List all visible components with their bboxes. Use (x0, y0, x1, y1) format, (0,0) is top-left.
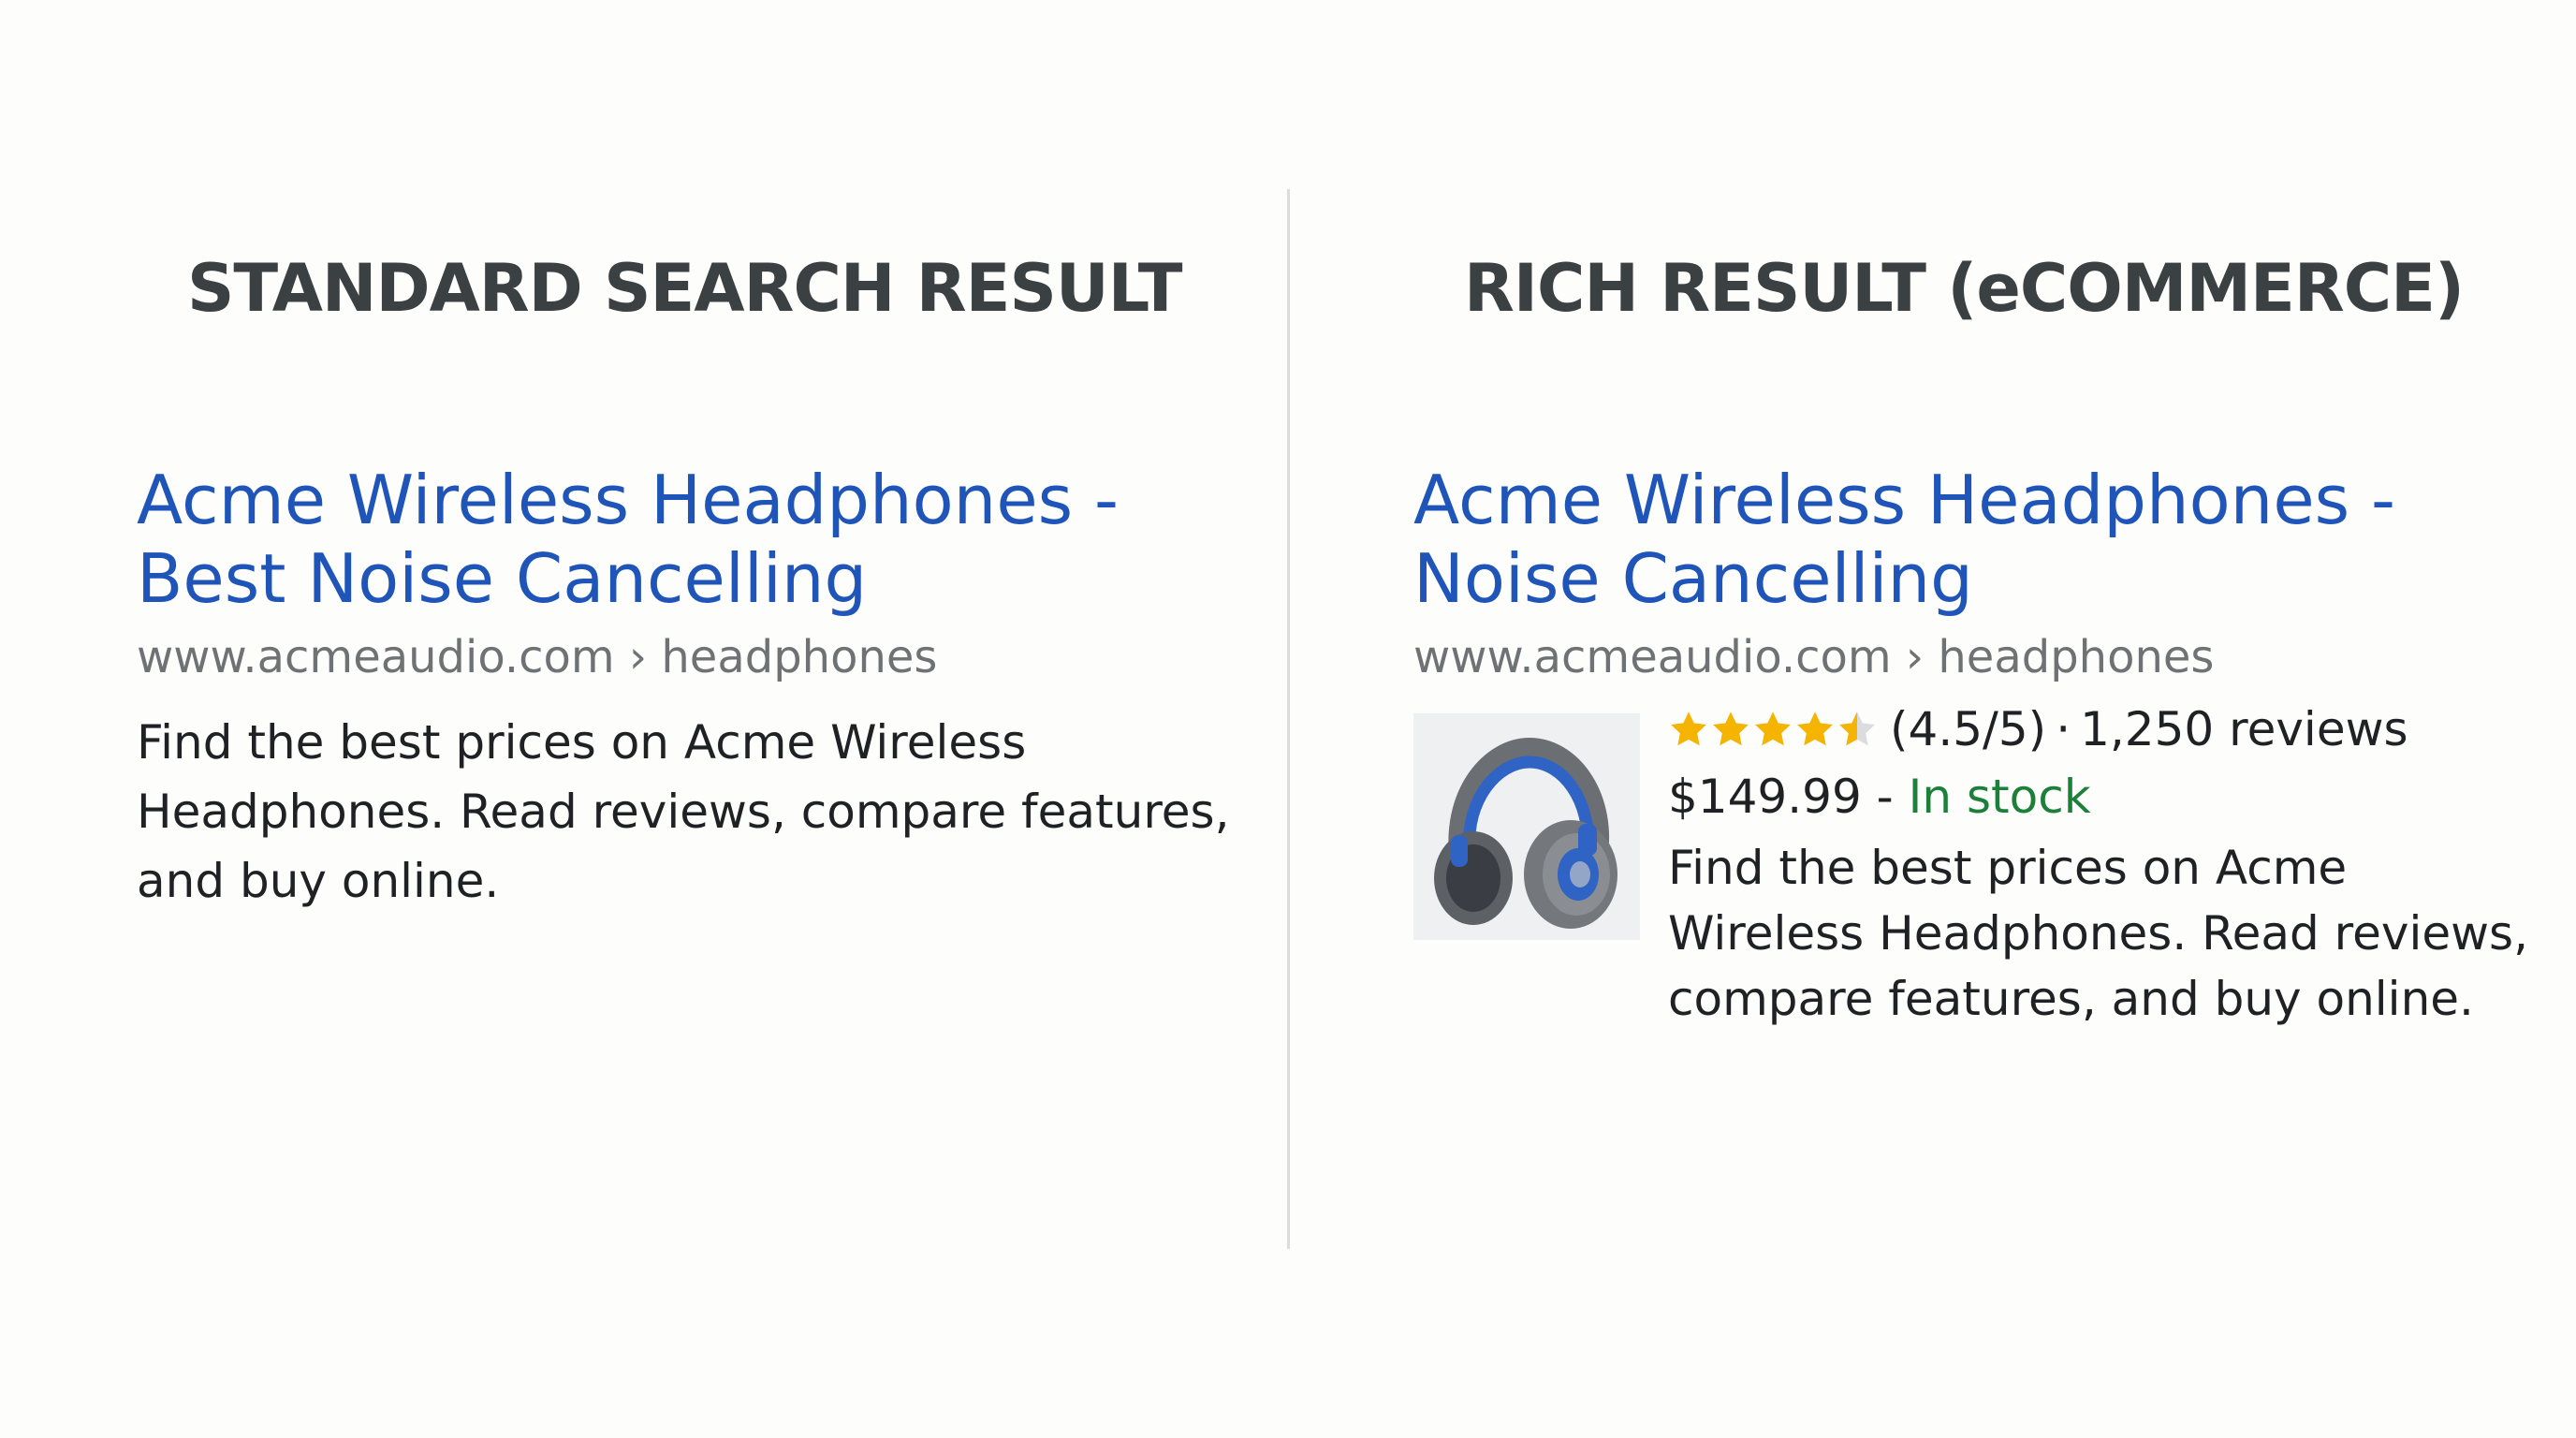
rating-separator: · (2056, 702, 2071, 756)
price-row: $149.99 - In stock (1668, 764, 2529, 829)
star-full-icon (1713, 712, 1749, 746)
standard-result-snippet: Find the best prices on Acme Wireless He… (137, 708, 1230, 916)
standard-snippet-line-2: Headphones. Read reviews, compare featur… (137, 785, 1230, 839)
rich-snippet-line-1: Find the best prices on Acme (1668, 841, 2348, 895)
rich-result-url[interactable]: www.acmeaudio.com › headphones (1413, 627, 2214, 687)
standard-result-title-link[interactable]: Acme Wireless Headphones - Best Noise Ca… (137, 461, 1119, 618)
rich-result-details: (4.5/5) · 1,250 reviews $149.99 - In sto… (1668, 695, 2529, 1032)
rich-title-line-2: Noise Cancelling (1413, 539, 1973, 618)
standard-title-line-2: Best Noise Cancelling (137, 539, 868, 618)
standard-result-url[interactable]: www.acmeaudio.com › headphones (137, 627, 937, 687)
stock-status: In stock (1908, 770, 2091, 824)
rich-result-heading: RICH RESULT (eCOMMERCE) (1464, 250, 2465, 327)
standard-title-line-1: Acme Wireless Headphones - (137, 461, 1119, 539)
standard-result-heading: STANDARD SEARCH RESULT (187, 250, 1183, 327)
price: $149.99 (1668, 770, 1862, 824)
product-thumbnail[interactable] (1413, 713, 1640, 940)
star-full-icon (1797, 712, 1833, 746)
headphones-icon (1434, 737, 1617, 929)
rich-snippet-line-2: Wireless Headphones. Read reviews, (1668, 906, 2528, 961)
rating-text: (4.5/5) (1890, 702, 2047, 756)
star-rating (1668, 709, 1879, 750)
rating-row: (4.5/5) · 1,250 reviews (1668, 695, 2529, 764)
review-count: 1,250 reviews (2080, 702, 2408, 756)
rich-result-panel: RICH RESULT (eCOMMERCE) Acme Wireless He… (1288, 0, 2576, 1438)
rich-snippet-line-3: compare features, and buy online. (1668, 972, 2474, 1026)
standard-snippet-line-3: and buy online. (137, 854, 500, 908)
star-half-icon (1839, 712, 1875, 746)
rich-title-line-1: Acme Wireless Headphones - (1413, 461, 2395, 539)
star-full-icon (1671, 712, 1706, 746)
star-full-icon (1755, 712, 1791, 746)
price-separator: - (1876, 770, 1894, 824)
standard-result-panel: STANDARD SEARCH RESULT Acme Wireless Hea… (0, 0, 1288, 1438)
rich-result-title-link[interactable]: Acme Wireless Headphones - Noise Cancell… (1413, 461, 2395, 618)
standard-snippet-line-1: Find the best prices on Acme Wireless (137, 715, 1027, 770)
rich-result-snippet: Find the best prices on Acme Wireless He… (1668, 835, 2529, 1032)
